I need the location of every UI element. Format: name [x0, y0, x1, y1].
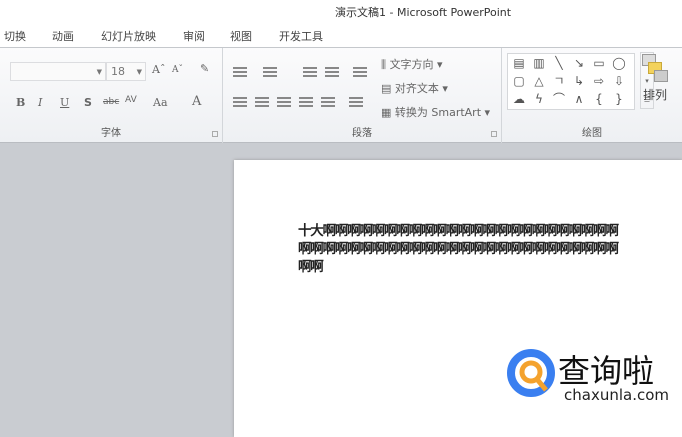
strikethrough-button[interactable]: abc [103, 97, 119, 107]
shapes-gallery: ▤ ▥ ╲ ↘ ▭ ◯ ▢ △ ㄱ ↳ ⇨ ⇩ ☁ ϟ ⌒ ∧ {} [507, 53, 635, 110]
shape-option[interactable]: △ [532, 75, 546, 88]
shape-option[interactable]: } [612, 93, 626, 106]
paragraph-group: ⫼ 文字方向 ▾ ▤ 对齐文本 ▾ ▦ 转换为 SmartArt ▾ 段落 [223, 48, 502, 143]
tab-transitions[interactable]: 切换 [4, 28, 26, 44]
align-left-icon[interactable] [233, 97, 247, 109]
clear-format-icon[interactable]: ✎ [200, 62, 209, 75]
font-name-combo[interactable]: ▼ [10, 62, 106, 81]
slide-text-box[interactable]: 十大啊啊啊啊啊啊啊啊啊啊啊啊啊啊啊啊啊啊啊啊啊啊啊啊啊啊啊啊啊啊啊啊啊啊啊啊啊啊… [298, 222, 628, 276]
drawing-group-label: 绘图 [582, 128, 602, 139]
shape-option[interactable]: ϟ [532, 93, 546, 106]
distribute-icon[interactable] [321, 97, 335, 109]
shrink-font-button[interactable]: Aˇ [172, 65, 183, 75]
title-bar: 演示文稿1 - Microsoft PowerPoint [0, 0, 682, 22]
align-text-button[interactable]: ▤ 对齐文本 ▾ [381, 80, 448, 96]
dialog-launcher-icon[interactable] [491, 131, 497, 137]
numbering-icon[interactable] [263, 67, 277, 79]
bullets-icon[interactable] [233, 67, 247, 79]
shape-option[interactable]: ▢ [512, 75, 526, 88]
font-size-combo[interactable]: 18 ▼ [106, 62, 146, 81]
text-direction-button[interactable]: ⫼ 文字方向 ▾ [381, 56, 443, 72]
tab-view[interactable]: 视图 [230, 28, 252, 44]
justify-icon[interactable] [299, 97, 313, 109]
shape-option[interactable]: ▭ [592, 57, 606, 70]
tab-review[interactable]: 审阅 [183, 28, 205, 44]
shape-option[interactable]: ↳ [572, 75, 586, 88]
shape-option[interactable]: ⇨ [592, 75, 606, 88]
shape-option[interactable]: ⇩ [612, 75, 626, 88]
shadow-button[interactable]: S [84, 96, 92, 109]
align-right-icon[interactable] [277, 97, 291, 109]
watermark-domain: chaxunla.com [564, 386, 669, 404]
shape-option[interactable]: ☁ [512, 93, 526, 106]
ribbon-tabs: 切换 动画 幻灯片放映 审阅 视图 开发工具 [0, 22, 682, 48]
slide-canvas[interactable]: 十大啊啊啊啊啊啊啊啊啊啊啊啊啊啊啊啊啊啊啊啊啊啊啊啊啊啊啊啊啊啊啊啊啊啊啊啊啊啊… [234, 160, 682, 437]
shape-option[interactable]: ▤ [512, 57, 526, 70]
shape-option[interactable]: ⌒ [552, 93, 566, 106]
tab-slideshow[interactable]: 幻灯片放映 [101, 28, 156, 44]
change-case-button[interactable]: Aa [153, 96, 168, 109]
ribbon: ▼ 18 ▼ Aˆ Aˇ ✎ B I U S abc AV Aa A 字体 ⫼ 文… [0, 48, 682, 143]
shape-option[interactable]: ◯ [612, 57, 626, 70]
font-color-button[interactable]: A [192, 94, 201, 109]
italic-button[interactable]: I [38, 96, 42, 109]
paragraph-group-label: 段落 [352, 128, 372, 139]
char-spacing-button[interactable]: AV [125, 95, 137, 105]
drawing-group: ▤▥╲↘▭◯▢△ㄱ↳⇨⇩☁ϟ⌒∧{} ▴▾☰ 排列 绘图 [502, 48, 682, 143]
chaxunla-logo-icon [507, 349, 555, 397]
shape-option[interactable]: ㄱ [552, 75, 566, 88]
convert-smartart-button[interactable]: ▦ 转换为 SmartArt ▾ [381, 104, 490, 120]
font-group: ▼ 18 ▼ Aˆ Aˇ ✎ B I U S abc AV Aa A 字体 [0, 48, 223, 143]
columns-icon[interactable] [349, 97, 363, 109]
underline-button[interactable]: U [60, 96, 69, 109]
shape-option[interactable]: ╲ [552, 57, 566, 70]
shape-option[interactable]: ↘ [572, 57, 586, 70]
arrange-button[interactable]: 排列 [643, 86, 667, 103]
shape-option[interactable]: { [592, 93, 606, 106]
window-title: 演示文稿1 - Microsoft PowerPoint [335, 6, 512, 19]
arrange-icon [640, 54, 668, 82]
font-group-label: 字体 [101, 128, 121, 139]
shape-option[interactable]: ▥ [532, 57, 546, 70]
dialog-launcher-icon[interactable] [212, 131, 218, 137]
grow-font-button[interactable]: Aˆ [152, 63, 165, 76]
align-center-icon[interactable] [255, 97, 269, 109]
tab-animations[interactable]: 动画 [52, 28, 74, 44]
decrease-indent-icon[interactable] [303, 67, 317, 79]
line-spacing-icon[interactable] [353, 67, 367, 79]
shape-option[interactable]: ∧ [572, 93, 586, 106]
increase-indent-icon[interactable] [325, 67, 339, 79]
bold-button[interactable]: B [16, 96, 25, 109]
tab-developer[interactable]: 开发工具 [279, 28, 323, 44]
